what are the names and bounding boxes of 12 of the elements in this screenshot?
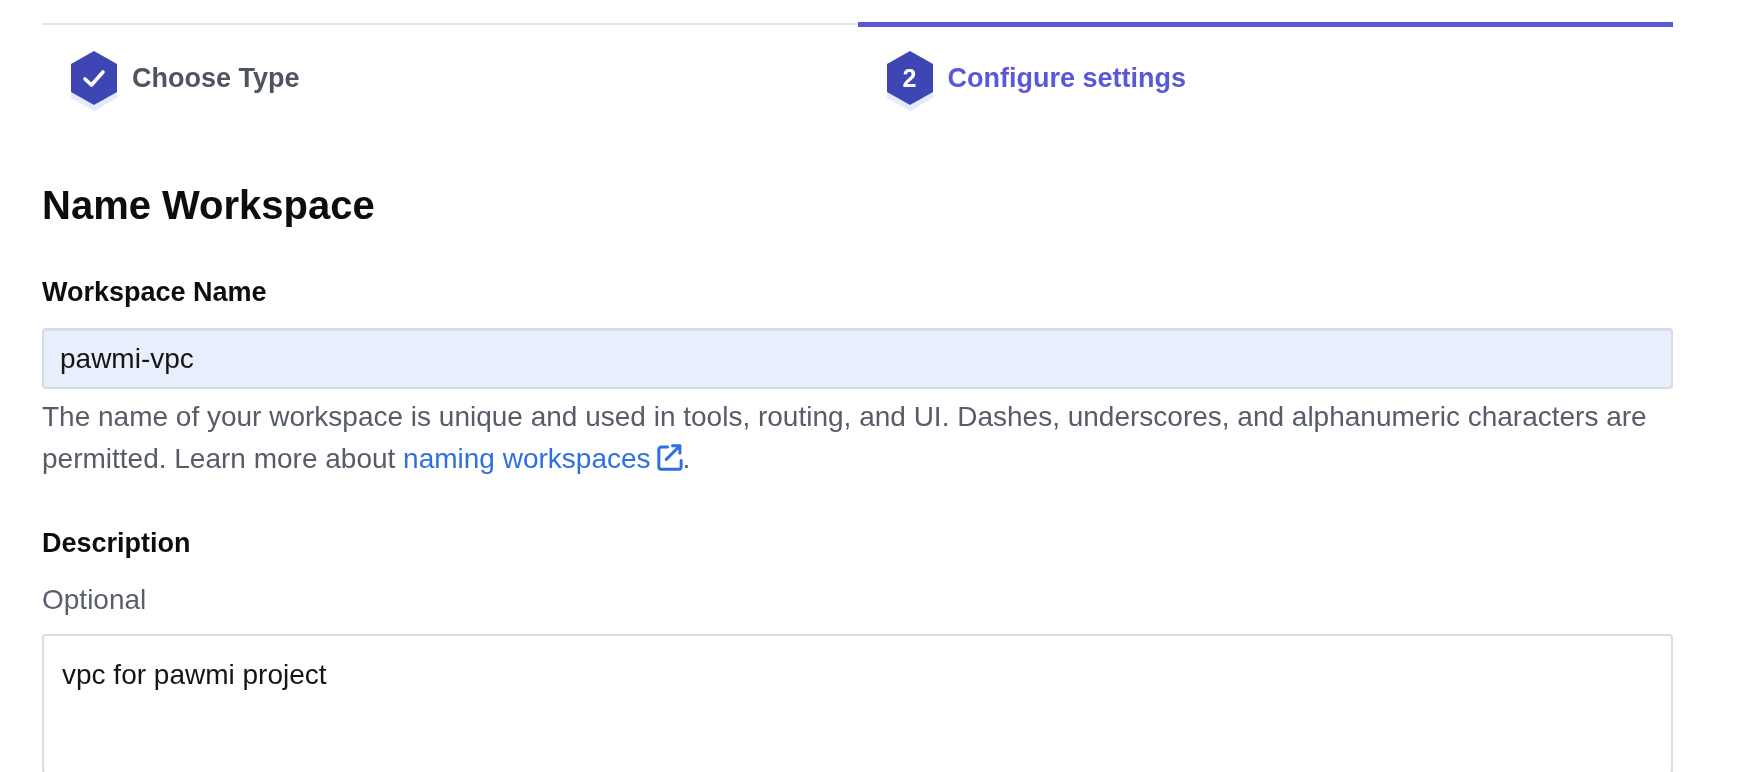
step-number: 2 <box>885 51 934 111</box>
description-textarea[interactable]: vpc for pawmi project <box>42 634 1673 772</box>
field-label: Description <box>42 527 192 560</box>
page-title: Name Workspace <box>42 182 376 229</box>
help-text: The name of your workspace is unique and used in tools, routing, and UI. Dashes, underscores, and alphanumeric characters are permitted. Learn more about naming workspaces . <box>42 400 1648 476</box>
field-hint: Optional <box>42 583 148 617</box>
workspace-name-input[interactable]: pawmi-vpc <box>42 328 1673 389</box>
step-tab[interactable]: Choose Type <box>42 23 858 111</box>
external-link-icon <box>656 444 683 471</box>
naming-workspaces-link[interactable]: naming workspaces <box>403 443 683 474</box>
field-label: Workspace Name <box>42 276 268 309</box>
step-tab[interactable]: 2 Configure settings <box>857 22 1673 111</box>
